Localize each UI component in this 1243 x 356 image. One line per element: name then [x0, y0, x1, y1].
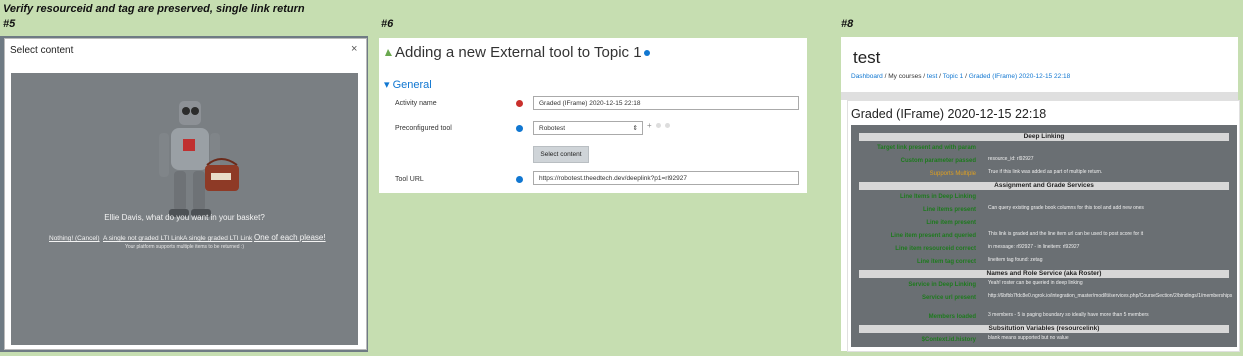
select-content-button[interactable]: Select content [533, 146, 589, 163]
cancel-link[interactable]: Nothing! (Cancel) [49, 235, 100, 242]
table-row: Custom parameter passed resource_id: rl92… [900, 156, 1034, 164]
panel-number-8: #8 [841, 18, 854, 30]
page-caption: Verify resourceid and tag are preserved,… [3, 3, 305, 15]
table-row: Supports Multiple True if this link was a… [929, 169, 1103, 177]
form-title: Adding a new External tool to Topic 1 [395, 44, 650, 61]
breadcrumb-activity[interactable]: Graded (IFrame) 2020-12-15 22:18 [969, 73, 1071, 80]
breadcrumb-my-courses[interactable]: My courses [888, 73, 921, 80]
tool-url-input[interactable]: https://robotest.theedtech.dev/deeplink?… [533, 171, 799, 185]
select-arrow-icon: ⇕ [632, 125, 638, 132]
activity-name-input[interactable]: Graded (IFrame) 2020-12-15 22:18 [533, 96, 799, 110]
breadcrumb: Dashboard / My courses / test / Topic 1 … [851, 73, 1071, 80]
table-row: Target link present and with param [877, 145, 976, 151]
course-title: test [853, 48, 881, 67]
robot-illustration [159, 101, 239, 217]
each-link[interactable]: One of each please! [254, 233, 326, 242]
breadcrumb-topic[interactable]: Topic 1 [943, 73, 964, 80]
table-row: $Context.id.history blank means supported… [921, 335, 1069, 343]
section-header: Assignment and Grade Services [859, 182, 1229, 190]
breadcrumb-dashboard[interactable]: Dashboard [851, 73, 883, 80]
close-icon[interactable]: × [351, 43, 357, 55]
breadcrumb-test[interactable]: test [927, 73, 937, 80]
preconfigured-tool-label: Preconfigured tool [395, 125, 452, 132]
add-tool-icon[interactable]: + [647, 121, 652, 130]
modal-content-frame [11, 73, 358, 345]
help-icon[interactable] [516, 125, 523, 132]
panel6-form [379, 38, 807, 193]
basket-question: Ellie Davis, what do you want in your ba… [104, 213, 265, 222]
graded-link[interactable]: A single graded LTI Link [183, 235, 252, 242]
tool-status-icon [665, 123, 670, 128]
section-header: Deep Linking [859, 133, 1229, 141]
table-row: Line Items in Deep Linking [899, 194, 976, 200]
section-header: Names and Role Service (aka Roster) [859, 270, 1229, 278]
activity-icon [385, 49, 392, 56]
tool-url-label: Tool URL [395, 176, 424, 183]
table-row: Line items present Can query existing gra… [922, 205, 1144, 213]
preconfigured-tool-select[interactable]: Robotest ⇕ [533, 121, 643, 135]
table-row: Line item present and queried This link i… [890, 231, 1144, 239]
activity-title: Graded (IFrame) 2020-12-15 22:18 [851, 107, 1047, 121]
table-row: Service url present http://6bfbb7fdc8e0.n… [921, 293, 1233, 301]
table-row: Line item resourceid correct in message: … [895, 244, 1080, 252]
tool-status-icon [656, 123, 661, 128]
section-general[interactable]: ▾ General [384, 78, 432, 91]
divider [841, 92, 1238, 100]
table-row: Line item tag correct lineitem tag found:… [916, 257, 1043, 265]
panel-number-5: #5 [3, 18, 16, 30]
table-row: Service in Deep Linking Yeah! roster can … [908, 280, 1083, 288]
activity-name-label: Activity name [395, 100, 437, 107]
table-row: Members loaded 3 members - 5 is paging bo… [928, 312, 1149, 320]
modal-title: Select content [10, 45, 74, 56]
section-header: Subsitution Variables (resourcelink) [859, 325, 1229, 333]
results-table: Deep Linking Target link present and wit… [851, 125, 1237, 347]
panel-number-6: #6 [381, 18, 394, 30]
multiple-items-note: Your platform supports multiple items to… [124, 244, 245, 250]
help-icon[interactable] [643, 50, 650, 57]
not-graded-link[interactable]: A single not graded LTI Link [103, 235, 183, 242]
help-icon[interactable] [516, 176, 523, 183]
required-icon [516, 100, 523, 107]
table-row: Line item present [926, 220, 976, 226]
